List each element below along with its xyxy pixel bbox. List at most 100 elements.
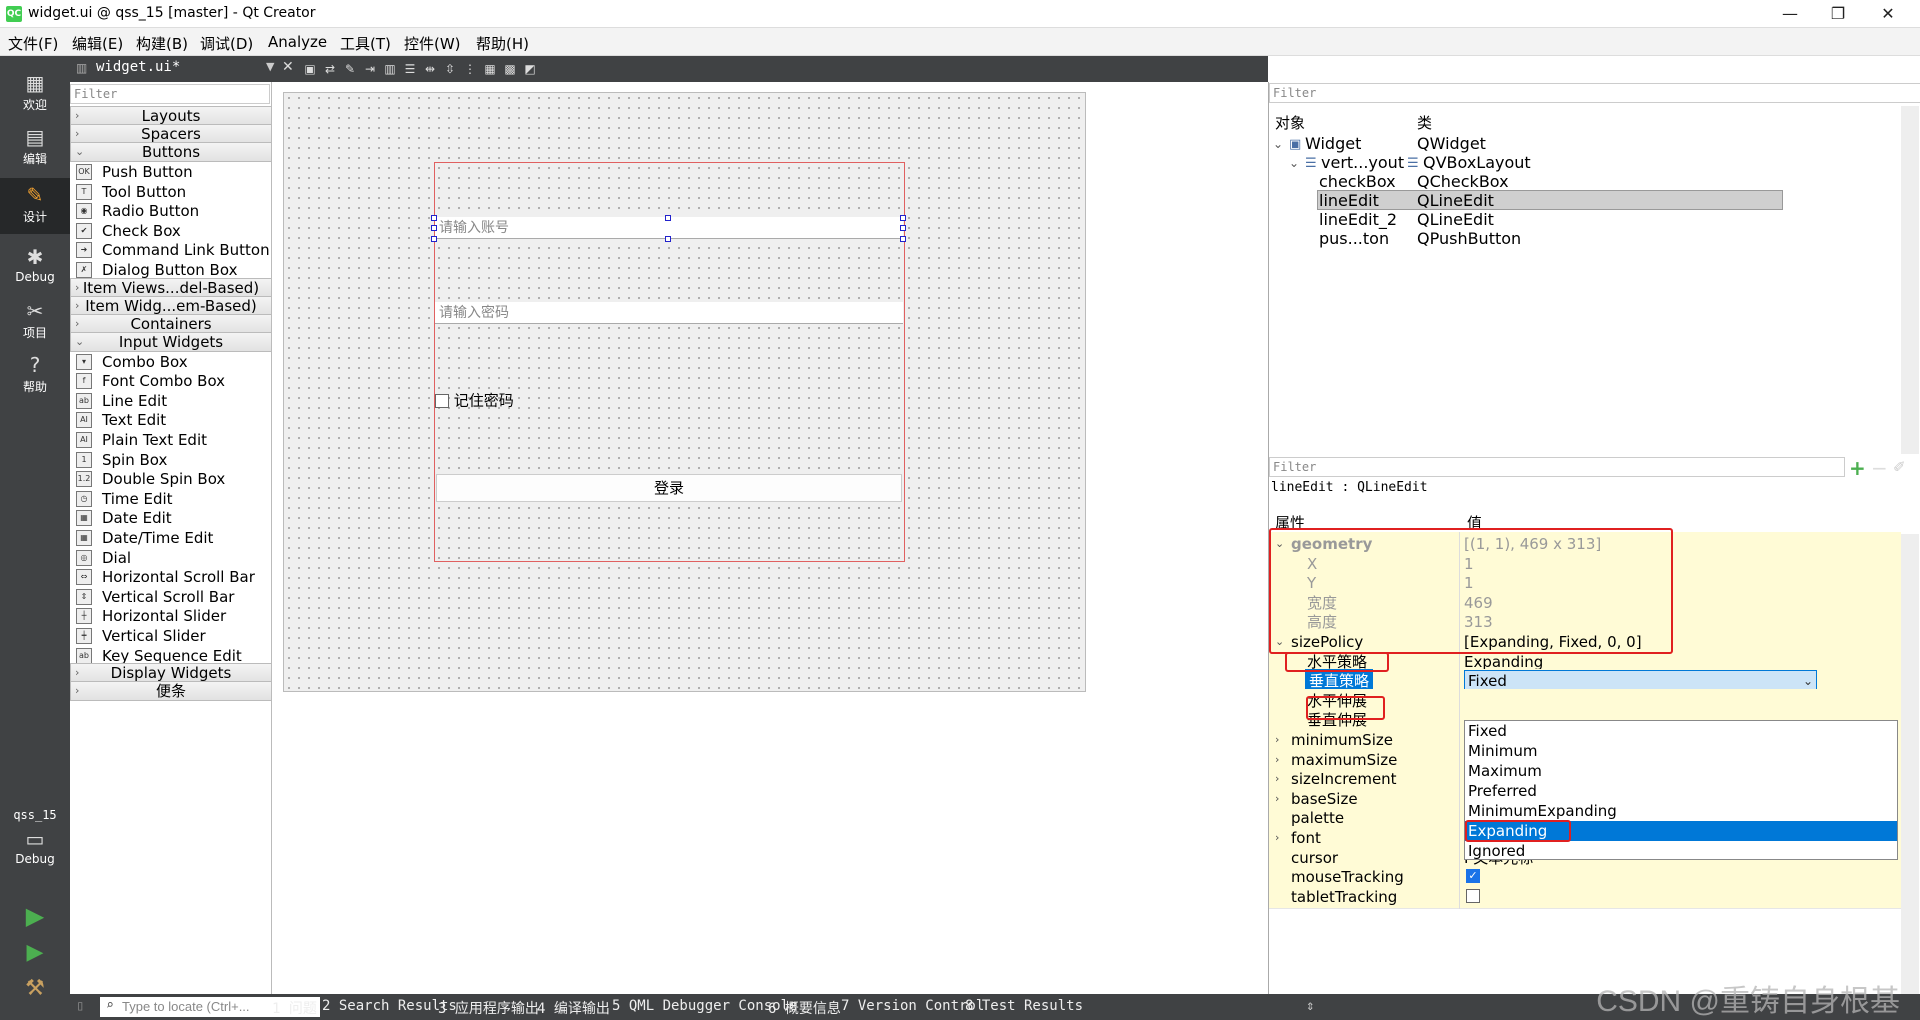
menu-help[interactable]: 帮助(H) xyxy=(476,33,529,54)
property-scrollbar[interactable] xyxy=(1901,534,1919,994)
mode-help[interactable]: ? 帮助 xyxy=(0,354,70,404)
property-row[interactable]: tabletTracking xyxy=(1269,884,1901,909)
dropdown-option[interactable]: Preferred xyxy=(1465,781,1897,801)
widget-type-icon: ✗ xyxy=(76,262,92,278)
output-pane-tab[interactable]: 8 Test Results xyxy=(965,998,1083,1014)
configure-icon[interactable]: ✐ xyxy=(1893,458,1906,476)
mode-design[interactable]: ✎ 设计 xyxy=(0,178,70,234)
maximize-button[interactable]: ❐ xyxy=(1818,2,1858,26)
widget-category[interactable]: › Layouts xyxy=(70,106,272,126)
menu-build[interactable]: 构建(B) xyxy=(136,33,188,54)
widget-item-label: Plain Text Edit xyxy=(102,431,207,449)
selection-handle[interactable] xyxy=(431,215,437,221)
checkbox-box[interactable] xyxy=(435,393,449,408)
widget-type-icon: ⇕ xyxy=(76,588,92,605)
tab-dropdown-icon[interactable]: ▼ xyxy=(266,60,274,73)
output-pane-tab[interactable]: 1 问题 xyxy=(272,998,317,1018)
property-filter-input[interactable]: Filter xyxy=(1269,457,1845,477)
mode-debug[interactable]: ✱ Debug xyxy=(0,246,70,296)
dropdown-option[interactable]: Fixed xyxy=(1465,721,1897,741)
mode-edit[interactable]: ▤ 编辑 xyxy=(0,126,70,176)
category-label: Input Widgets xyxy=(118,332,224,351)
close-tab-icon[interactable]: ✕ xyxy=(282,59,294,75)
dropdown-option[interactable]: Ignored xyxy=(1465,841,1897,861)
edit-tab-order-icon[interactable]: ⇥ xyxy=(362,61,378,77)
splitter-vertical-icon[interactable]: ⇳ xyxy=(442,61,458,77)
panel-arrow-icon[interactable]: ⇕ xyxy=(1306,998,1314,1014)
output-pane-tab[interactable]: 4 编译输出 xyxy=(537,998,610,1018)
layout-horizontal-icon[interactable]: ▥ xyxy=(382,61,398,77)
class-column-header[interactable]: 类 xyxy=(1417,112,1432,133)
output-pane-tab[interactable]: 3 应用程序输出 xyxy=(438,998,539,1018)
widget-category[interactable]: › Item Widg...em-Based) xyxy=(70,295,272,316)
menu-controls[interactable]: 控件(W) xyxy=(404,33,461,54)
category-label: 便条 xyxy=(155,682,186,701)
editor-file-tab[interactable]: widget.ui* xyxy=(96,59,180,75)
widget-category[interactable]: ⌄ Buttons xyxy=(70,142,272,162)
selection-handle[interactable] xyxy=(665,215,671,221)
close-button[interactable]: ✕ xyxy=(1868,2,1908,26)
login-button[interactable]: 登录 xyxy=(436,474,902,502)
dropdown-option[interactable]: MinimumExpanding xyxy=(1465,801,1897,821)
object-tree-row[interactable]: pus...ton QPushButton xyxy=(1269,228,1901,250)
hammer-icon[interactable]: ⚒ xyxy=(0,976,70,1006)
remove-property-icon[interactable]: − xyxy=(1871,456,1888,480)
splitter-horizontal-icon[interactable]: ⇹ xyxy=(422,61,438,77)
widget-category[interactable]: › Spacers xyxy=(70,124,272,144)
widget-item-label: Combo Box xyxy=(102,352,188,371)
output-pane-tab[interactable]: 6 概要信息 xyxy=(768,998,841,1018)
object-column-header[interactable]: 对象 xyxy=(1275,112,1305,133)
selection-handle[interactable] xyxy=(665,236,671,242)
selection-handle[interactable] xyxy=(900,225,906,231)
sidebar-toggle-icon[interactable]: ▯ xyxy=(76,998,84,1014)
debug-run-icon[interactable]: ▶ xyxy=(0,940,70,970)
output-pane-tab[interactable]: 7 Version Control xyxy=(841,998,984,1014)
add-property-icon[interactable]: + xyxy=(1849,456,1866,480)
widget-type-icon: ⇔ xyxy=(76,569,92,586)
layout-vertical-icon[interactable]: ☰ xyxy=(402,61,418,77)
chevron-right-icon: › xyxy=(75,127,80,140)
selection-handle[interactable] xyxy=(900,236,906,242)
dropdown-option[interactable]: Maximum xyxy=(1465,761,1897,781)
output-pane-tab[interactable]: 2 Search Results xyxy=(322,998,457,1014)
selection-handle[interactable] xyxy=(900,215,906,221)
object-scrollbar[interactable] xyxy=(1901,106,1919,454)
widget-category[interactable]: › Display Widgets xyxy=(70,663,272,684)
selection-handle[interactable] xyxy=(431,225,437,231)
mode-welcome[interactable]: ▦ 欢迎 xyxy=(0,72,70,122)
widget-filter-input[interactable]: Filter xyxy=(70,84,270,104)
widget-category[interactable]: › 便条 xyxy=(70,681,272,702)
layout-form-icon[interactable]: ⋮ xyxy=(462,61,478,77)
dropdown-option[interactable]: Minimum xyxy=(1465,741,1897,761)
wrench-icon: ✂ xyxy=(26,299,44,323)
kit-selector[interactable]: ▭ Debug xyxy=(0,828,70,878)
mode-projects[interactable]: ✂ 项目 xyxy=(0,300,70,350)
edit-signals-icon[interactable]: ⇄ xyxy=(322,61,338,77)
property-checkbox[interactable] xyxy=(1466,888,1480,903)
edit-widgets-icon[interactable]: ▣ xyxy=(302,61,318,77)
widget-item-label: Vertical Scroll Bar xyxy=(102,587,235,606)
edit-buddies-icon[interactable]: ✎ xyxy=(342,61,358,77)
menu-edit[interactable]: 编辑(E) xyxy=(72,33,123,54)
break-layout-icon[interactable]: ▩ xyxy=(502,61,518,77)
widget-category[interactable]: › Item Views...del-Based) xyxy=(70,277,272,298)
widget-category[interactable]: ⌄ Input Widgets xyxy=(70,331,272,352)
object-filter-input[interactable]: Filter xyxy=(1269,83,1920,103)
adjust-size-icon[interactable]: ◩ xyxy=(522,61,538,77)
widget-category[interactable]: › Containers xyxy=(70,313,272,334)
password-line-edit[interactable]: 请输入密码 xyxy=(435,302,903,324)
minimize-button[interactable]: — xyxy=(1770,2,1810,26)
menu-tools[interactable]: 工具(T) xyxy=(340,33,391,54)
run-icon[interactable]: ▶ xyxy=(0,902,70,932)
menu-analyze[interactable]: Analyze xyxy=(268,33,327,51)
remember-checkbox[interactable]: 记住密码 xyxy=(435,392,514,409)
category-label: Display Widgets xyxy=(110,664,232,683)
menu-file[interactable]: 文件(F) xyxy=(8,33,58,54)
property-checkbox[interactable]: ✓ xyxy=(1466,869,1480,884)
widget-box-panel: Filter › Layouts › Spacers ⌄ Buttons OK Push Bu… xyxy=(70,82,272,994)
selection-handle[interactable] xyxy=(431,236,437,242)
menu-debug[interactable]: 调试(D) xyxy=(200,33,253,54)
layout-grid-icon[interactable]: ▦ xyxy=(482,61,498,77)
widget-type-icon: ➜ xyxy=(76,242,92,259)
kit-project-label: qss_15 xyxy=(13,808,57,822)
